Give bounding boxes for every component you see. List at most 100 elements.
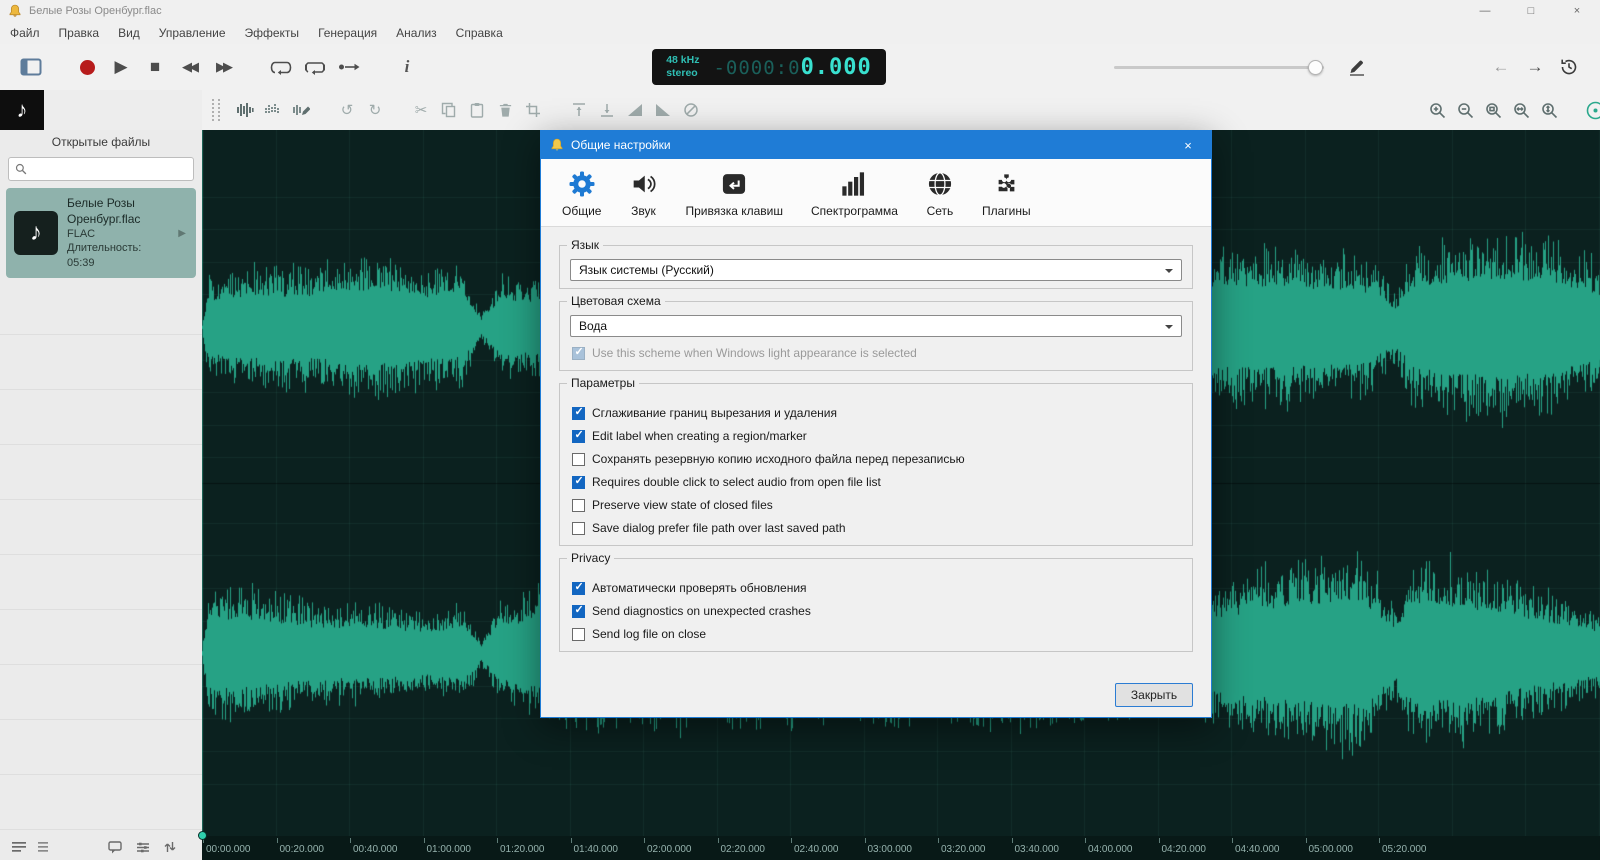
menu-item[interactable]: Управление xyxy=(159,26,226,40)
sort-arrows-icon[interactable] xyxy=(164,841,176,854)
crop-button[interactable] xyxy=(520,97,546,123)
close-settings-button[interactable]: Закрыть xyxy=(1115,683,1193,707)
menu-item[interactable]: Эффекты xyxy=(245,26,300,40)
display-wave-button[interactable] xyxy=(232,97,258,123)
menu-item[interactable]: Файл xyxy=(10,26,40,40)
levels-icon[interactable] xyxy=(136,841,150,854)
delete-button[interactable] xyxy=(492,97,518,123)
stop-button[interactable]: ■ xyxy=(138,50,172,84)
list-view-icon[interactable] xyxy=(12,841,26,853)
checkbox[interactable] xyxy=(572,430,585,443)
volume-slider[interactable] xyxy=(1114,50,1324,84)
minimize-button[interactable]: — xyxy=(1462,0,1508,22)
tab-spectrogram[interactable]: Спектрограмма xyxy=(802,167,907,220)
paste-button[interactable] xyxy=(464,97,490,123)
checkbox[interactable] xyxy=(572,499,585,512)
loop-selection-button[interactable] xyxy=(298,50,332,84)
view-mode-dot-button[interactable] xyxy=(1582,97,1600,123)
file-play-icon[interactable]: ▶ xyxy=(178,228,188,239)
redo-button[interactable]: ↻ xyxy=(362,97,388,123)
fade-in-button[interactable] xyxy=(622,97,648,123)
checkbox[interactable] xyxy=(572,453,585,466)
menu-item[interactable]: Справка xyxy=(456,26,503,40)
undo-button[interactable]: ↺ xyxy=(334,97,360,123)
parameter-checkbox-row[interactable]: Edit label when creating a region/marker xyxy=(572,429,1180,443)
parameter-checkbox-row[interactable]: Сглаживание границ вырезания и удаления xyxy=(572,406,1180,420)
checkbox[interactable] xyxy=(572,407,585,420)
time-label: 05:20.000 xyxy=(1382,844,1427,855)
app-bell-icon xyxy=(8,4,22,18)
repeat-button[interactable] xyxy=(264,50,298,84)
close-button[interactable]: × xyxy=(1554,0,1600,22)
display-dots-button[interactable] xyxy=(260,97,286,123)
checkbox[interactable] xyxy=(572,347,585,360)
dialog-titlebar[interactable]: Общие настройки × xyxy=(541,131,1211,159)
zoom-in-button[interactable] xyxy=(1424,97,1450,123)
open-file-item[interactable]: ♪ Белые Розы Оренбург.flac FLAC Длительн… xyxy=(6,188,196,278)
language-select[interactable]: Язык системы (Русский) xyxy=(570,259,1182,281)
trim-button[interactable] xyxy=(566,97,592,123)
menu-item[interactable]: Генерация xyxy=(318,26,377,40)
tab-general[interactable]: Общие xyxy=(553,167,610,220)
checkbox-label: Автоматически проверять обновления xyxy=(592,581,807,595)
play-button[interactable]: ▶ xyxy=(104,50,138,84)
fade-out-button[interactable] xyxy=(650,97,676,123)
maximize-button[interactable]: □ xyxy=(1508,0,1554,22)
privacy-checkbox-row[interactable]: Автоматически проверять обновления xyxy=(572,581,1180,595)
privacy-checkbox-row[interactable]: Send log file on close xyxy=(572,627,1180,641)
search-box[interactable] xyxy=(8,157,194,181)
parameter-checkbox-row[interactable]: Preserve view state of closed files xyxy=(572,498,1180,512)
audio-tab-tile[interactable]: ♪ xyxy=(0,90,44,130)
menu-item[interactable]: Анализ xyxy=(396,26,437,40)
comment-icon[interactable] xyxy=(108,841,122,854)
parameter-checkbox-row[interactable]: Requires double click to select audio fr… xyxy=(572,475,1180,489)
zoom-fit-height-button[interactable] xyxy=(1536,97,1562,123)
copy-button[interactable] xyxy=(436,97,462,123)
compact-list-icon[interactable] xyxy=(38,841,52,853)
info-button[interactable]: i xyxy=(390,50,424,84)
time-label: 03:40.000 xyxy=(1015,844,1060,855)
history-button[interactable] xyxy=(1552,50,1586,84)
edit-mode-button[interactable] xyxy=(1340,50,1374,84)
menu-item[interactable]: Правка xyxy=(59,26,100,40)
zoom-fit-width-button[interactable] xyxy=(1508,97,1534,123)
scheme-select[interactable]: Вода xyxy=(570,315,1182,337)
nav-forward-button[interactable]: → xyxy=(1518,50,1552,84)
cut-button[interactable]: ✂ xyxy=(408,97,434,123)
tab-key-bindings[interactable]: Привязка клавиш xyxy=(676,167,792,220)
checkbox-label: Requires double click to select audio fr… xyxy=(592,475,881,489)
mute-icon xyxy=(683,102,699,118)
parameter-checkbox-row[interactable]: Сохранять резервную копию исходного файл… xyxy=(572,452,1180,466)
display-edit-button[interactable] xyxy=(288,97,314,123)
privacy-checkbox-row[interactable]: Send diagnostics on unexpected crashes xyxy=(572,604,1180,618)
checkbox[interactable] xyxy=(572,582,585,595)
scheme-checkbox-row[interactable]: Use this scheme when Windows light appea… xyxy=(572,346,1180,360)
time-ruler[interactable]: 00:00.00000:20.00000:40.00001:00.00001:2… xyxy=(202,836,1600,860)
playhead-marker[interactable] xyxy=(198,831,207,840)
panel-toggle-button[interactable] xyxy=(14,50,48,84)
rewind-button[interactable]: ◀◀ xyxy=(172,50,206,84)
dialog-close-button[interactable]: × xyxy=(1174,131,1202,159)
search-input[interactable] xyxy=(32,162,187,176)
tab-network[interactable]: Сеть xyxy=(917,167,963,220)
zoom-out-button[interactable] xyxy=(1452,97,1478,123)
silence-button[interactable] xyxy=(594,97,620,123)
tab-plugins[interactable]: Плагины xyxy=(973,167,1040,220)
checkbox[interactable] xyxy=(572,476,585,489)
menu-item[interactable]: Вид xyxy=(118,26,140,40)
record-button[interactable] xyxy=(70,50,104,84)
nav-back-button[interactable]: ← xyxy=(1484,50,1518,84)
checkbox[interactable] xyxy=(572,628,585,641)
tab-sound[interactable]: Звук xyxy=(620,167,666,220)
play-from-cursor-button[interactable] xyxy=(332,50,366,84)
toolbar-drag-handle[interactable] xyxy=(212,99,220,121)
mute-button[interactable] xyxy=(678,97,704,123)
checkbox[interactable] xyxy=(572,522,585,535)
fast-forward-button[interactable]: ▶▶ xyxy=(206,50,240,84)
parameters-group: Параметры Сглаживание границ вырезания и… xyxy=(559,383,1193,546)
parameter-checkbox-row[interactable]: Save dialog prefer file path over last s… xyxy=(572,521,1180,535)
slider-knob[interactable] xyxy=(1308,60,1323,75)
time-label: 02:40.000 xyxy=(794,844,839,855)
checkbox[interactable] xyxy=(572,605,585,618)
zoom-selection-button[interactable] xyxy=(1480,97,1506,123)
